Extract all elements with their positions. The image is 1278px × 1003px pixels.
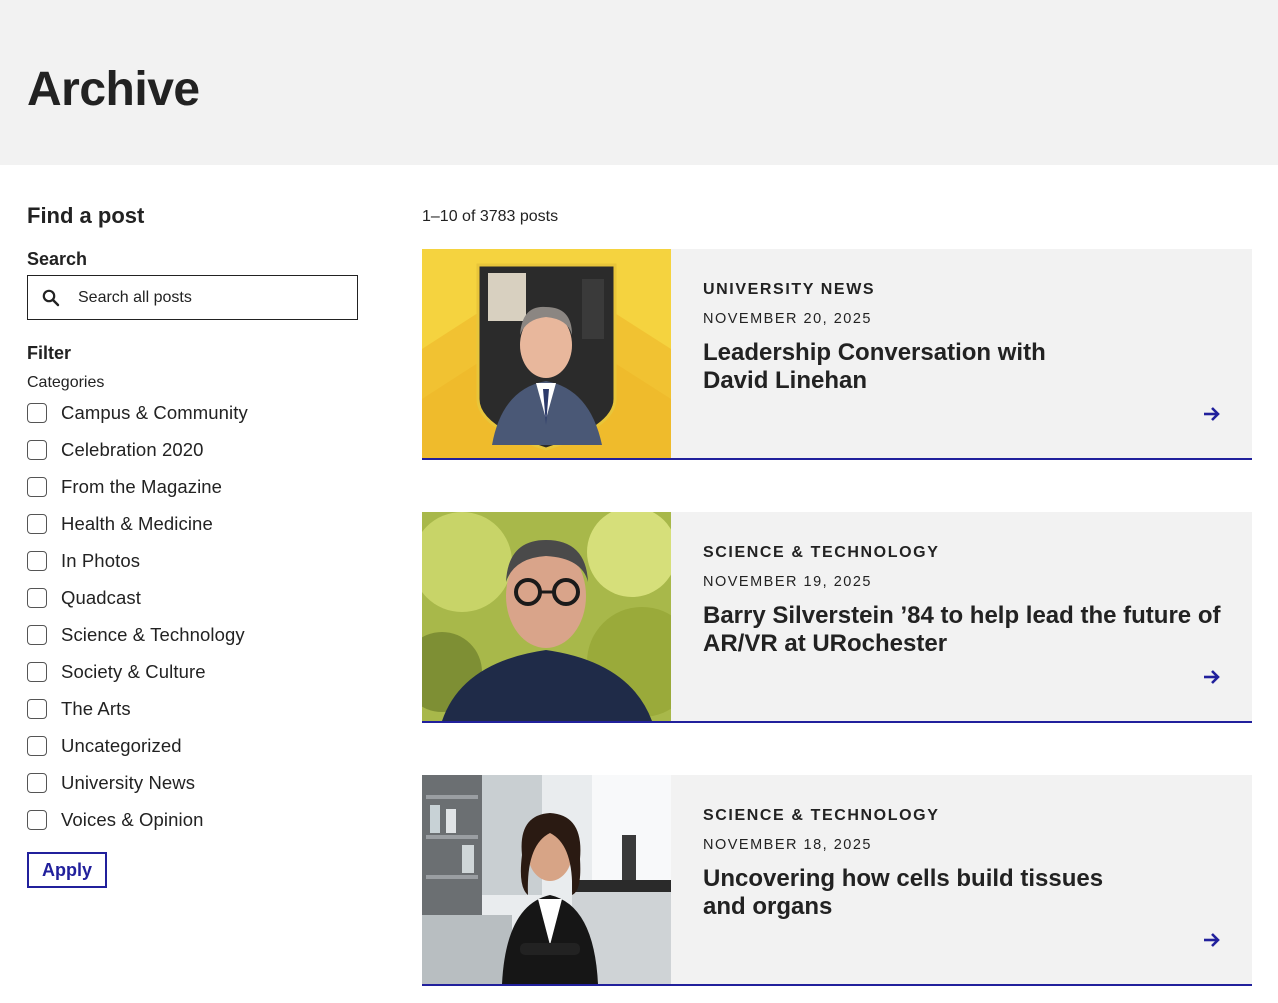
category-option[interactable]: Society & Culture (27, 653, 367, 690)
category-option[interactable]: Quadcast (27, 579, 367, 616)
category-option[interactable]: From the Magazine (27, 468, 367, 505)
category-checkbox[interactable] (27, 402, 47, 423)
category-checkbox[interactable] (27, 587, 47, 608)
category-option[interactable]: Voices & Opinion (27, 801, 367, 838)
post-date: NOVEMBER 19, 2025 (703, 574, 872, 590)
post-thumbnail[interactable] (422, 512, 671, 721)
category-label: Science & Technology (61, 623, 245, 645)
category-label: Health & Medicine (61, 512, 213, 534)
post-category: SCIENCE & TECHNOLOGY (703, 544, 940, 561)
category-checkbox[interactable] (27, 735, 47, 756)
post-card[interactable]: UNIVERSITY NEWS NOVEMBER 20, 2025 Leader… (422, 249, 1252, 460)
category-option[interactable]: Celebration 2020 (27, 431, 367, 468)
search-input[interactable] (78, 276, 348, 319)
category-label: Celebration 2020 (61, 438, 204, 460)
category-label: Voices & Opinion (61, 808, 204, 830)
post-thumbnail[interactable] (422, 249, 671, 458)
results-count: 1–10 of 3783 posts (422, 208, 559, 225)
category-checkbox[interactable] (27, 698, 47, 719)
search-icon (42, 289, 60, 307)
category-checkbox[interactable] (27, 439, 47, 460)
category-checkbox[interactable] (27, 772, 47, 793)
category-option[interactable]: Health & Medicine (27, 505, 367, 542)
category-list: Campus & Community Celebration 2020 From… (27, 394, 367, 838)
post-title[interactable]: Leadership Conversation with David Lineh… (703, 339, 1103, 395)
page-title: Archive (27, 63, 200, 116)
apply-button[interactable]: Apply (27, 852, 108, 888)
category-label: Uncategorized (61, 734, 182, 756)
category-label: In Photos (61, 549, 141, 571)
category-label: Quadcast (61, 586, 141, 608)
post-thumbnail[interactable] (422, 775, 671, 984)
categories-label: Categories (27, 374, 105, 391)
post-title[interactable]: Uncovering how cells build tissues and o… (703, 865, 1143, 921)
category-label: From the Magazine (61, 475, 223, 497)
sidebar: Find a post Search Filter Categories Cam… (27, 200, 367, 888)
search-label: Search (27, 249, 88, 269)
category-label: Campus & Community (61, 401, 248, 423)
category-option[interactable]: Campus & Community (27, 394, 367, 431)
category-option[interactable]: In Photos (27, 542, 367, 579)
arrow-right-icon[interactable] (1202, 405, 1222, 423)
post-category: SCIENCE & TECHNOLOGY (703, 807, 940, 824)
category-checkbox[interactable] (27, 550, 47, 571)
find-post-heading: Find a post (27, 203, 145, 228)
post-card[interactable]: SCIENCE & TECHNOLOGY NOVEMBER 18, 2025 U… (422, 775, 1252, 986)
portrait-outdoor-image (422, 512, 671, 721)
arrow-right-icon[interactable] (1202, 931, 1222, 949)
category-checkbox[interactable] (27, 661, 47, 682)
search-box[interactable] (27, 275, 358, 320)
filter-label: Filter (27, 343, 72, 363)
category-checkbox[interactable] (27, 476, 47, 497)
portrait-lab-image (422, 775, 671, 984)
category-option[interactable]: Uncategorized (27, 727, 367, 764)
category-option[interactable]: The Arts (27, 690, 367, 727)
category-label: The Arts (61, 697, 131, 719)
category-label: University News (61, 771, 196, 793)
category-checkbox[interactable] (27, 809, 47, 830)
post-date: NOVEMBER 20, 2025 (703, 311, 872, 327)
post-date: NOVEMBER 18, 2025 (703, 837, 872, 853)
post-category: UNIVERSITY NEWS (703, 281, 876, 298)
category-checkbox[interactable] (27, 624, 47, 645)
post-title[interactable]: Barry Silverstein ’84 to help lead the f… (703, 602, 1223, 658)
page-header: Archive (0, 0, 1278, 165)
category-option[interactable]: University News (27, 764, 367, 801)
portrait-shield-image (422, 249, 671, 458)
post-card[interactable]: SCIENCE & TECHNOLOGY NOVEMBER 19, 2025 B… (422, 512, 1252, 723)
category-checkbox[interactable] (27, 513, 47, 534)
category-label: Society & Culture (61, 660, 206, 682)
category-option[interactable]: Science & Technology (27, 616, 367, 653)
arrow-right-icon[interactable] (1202, 668, 1222, 686)
